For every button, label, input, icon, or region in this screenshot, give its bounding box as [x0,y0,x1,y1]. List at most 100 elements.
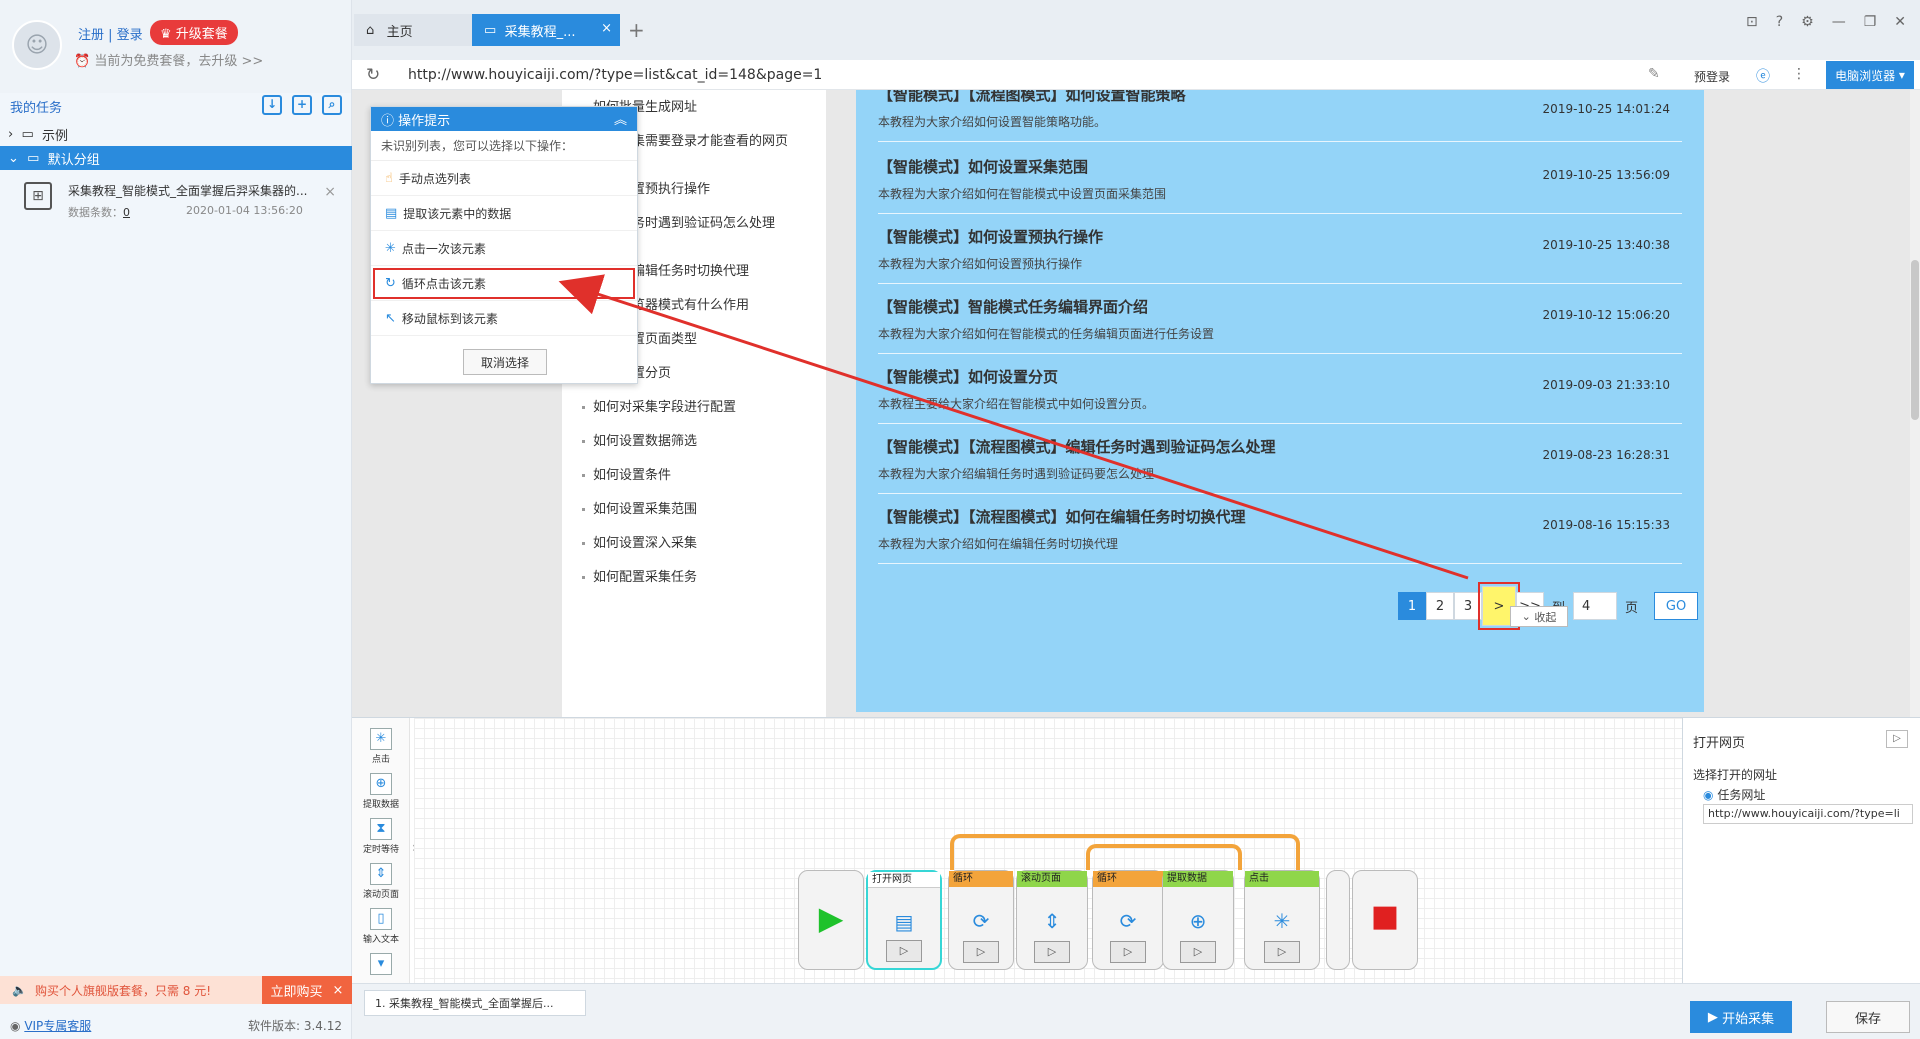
article-row[interactable]: 【智能模式】如何设置采集范围 本教程为大家介绍如何在智能模式中设置页面采集范围 … [878,156,1682,214]
tool-wait[interactable]: ⧗ 定时等待 [352,818,410,855]
document-icon: ▤ [385,205,398,221]
flow-node-scroll-page[interactable]: 滚动页面 ⇕ ▷ [1016,870,1088,970]
group-example[interactable]: › ▭ 示例 [0,122,352,146]
flow-node-extract[interactable]: 提取数据 ⊕ ▷ [1162,870,1234,970]
menu-item[interactable]: 如何配置采集任务 [582,568,822,588]
new-tab-icon[interactable]: + [628,18,645,42]
article-row[interactable]: 【智能模式】智能模式任务编辑界面介绍 本教程为大家介绍如何在智能模式的任务编辑页… [878,296,1682,354]
login-link[interactable]: 登录 [117,28,143,43]
article-row[interactable]: 【智能模式】如何设置分页 本教程主要给大家介绍在智能模式中如何设置分页。 201… [878,366,1682,424]
search-task-icon[interactable]: ⌕ [322,95,342,115]
group-default[interactable]: ⌄ ▭ 默认分组 [0,146,352,170]
help-icon[interactable]: ? [1776,14,1783,30]
scroll-thumb[interactable] [1911,260,1919,420]
page-3-button[interactable]: 3 [1454,592,1482,620]
import-task-icon[interactable]: ↓ [262,95,282,115]
vip-service-link[interactable]: VIP专属客服 [24,1019,91,1033]
option-label: 点击一次该元素 [401,241,486,256]
article-row[interactable]: 【智能模式】【流程图模式】如何设置智能策略 本教程为大家介绍如何设置智能策略功能… [878,90,1682,142]
user-box: ☺ 注册 | 登录 ♛ 升级套餐 ⏰ 当前为免费套餐，去升级 >> [0,0,351,93]
play-icon[interactable]: ▷ [963,941,999,963]
page-1-button[interactable]: 1 [1398,592,1426,620]
node-label: 循环 [1093,871,1163,887]
extract-data-option[interactable]: ▤ 提取该元素中的数据 [371,196,637,231]
play-icon[interactable]: ▷ [886,940,922,962]
plan-text[interactable]: ⏰ 当前为免费套餐，去升级 >> [74,50,263,69]
page-2-button[interactable]: 2 [1426,592,1454,620]
tool-scroll[interactable]: ⇕ 滚动页面 [352,863,410,900]
manual-select-list-option[interactable]: ☝ 手动点选列表 [371,161,637,196]
play-icon[interactable]: ▷ [1180,941,1216,963]
menu-item[interactable]: 如何设置采集范围 [582,500,822,520]
avatar[interactable]: ☺ [12,20,62,70]
add-task-icon[interactable]: + [292,95,312,115]
play-icon[interactable]: ▷ [1264,941,1300,963]
save-button[interactable]: 保存 [1826,1001,1910,1033]
inner-loop-bar [1086,844,1242,870]
click-once-option[interactable]: ✳ 点击一次该元素 [371,231,637,266]
tool-label: 点击 [371,755,390,765]
bottom-bar: ◉ VIP专属客服 软件版本: 3.4.12 [0,1012,352,1039]
plan-label: 当前为免费套餐，去升级 >> [94,54,264,69]
option-label: 移动鼠标到该元素 [401,311,498,326]
close-icon[interactable]: × [601,21,612,36]
article-row[interactable]: 【智能模式】【流程图模式】编辑任务时遇到验证码怎么处理 本教程为大家介绍编辑任务… [878,436,1682,494]
go-button[interactable]: GO [1654,592,1699,620]
play-icon[interactable]: ▷ [1886,730,1908,748]
menu-item[interactable]: 如何设置数据筛选 [582,432,822,452]
maximize-icon[interactable]: ❐ [1864,14,1877,30]
close-icon[interactable]: × [324,184,336,200]
play-icon[interactable]: ▷ [1110,941,1146,963]
url-field[interactable]: http://www.houyicaiji.com/?type=li [1703,804,1913,824]
tool-extract[interactable]: ⊕ 提取数据 [352,773,410,810]
close-window-icon[interactable]: ✕ [1894,14,1906,30]
loop-click-option[interactable]: ↻ 循环点击该元素 [371,266,637,301]
task-item[interactable]: ⊞ 采集教程_智能模式_全面掌握后羿采集器的... 数据条数：0 2020-01… [0,172,352,226]
flow-canvas[interactable]: ▶ 打开网页 ▤ ▷ 循环 ⟳ ▷ 滚动页面 ⇕ ▷ 循环 ⟳ ▷ 提取数据 ⊕ ▷ 点击 ✳ ▷ ■ [414,718,1682,984]
flow-node-open-page[interactable]: 打开网页 ▤ ▷ [866,870,942,970]
tab-home[interactable]: ⌂ 主页 [354,14,472,46]
browser-mode-button[interactable]: 电脑浏览器 ▾ [1826,61,1914,89]
start-node[interactable]: ▶ [798,870,864,970]
gear-icon[interactable]: ⚙ [1801,14,1814,30]
minimize-icon[interactable]: — [1832,14,1846,30]
menu-item[interactable]: 如何设置条件 [582,466,822,486]
reload-icon[interactable]: ↻ [366,65,380,85]
page-scrollbar[interactable] [1910,90,1920,717]
tool-input[interactable]: ▯ 输入文本 [352,908,410,945]
tool-click[interactable]: ✳ 点击 [352,728,410,765]
stop-node[interactable]: ■ [1352,870,1418,970]
buy-now-button[interactable]: 立即购买 × [262,976,352,1004]
more-icon[interactable]: ⋮ [1792,66,1806,82]
url-input[interactable]: http://www.houyicaiji.com/?type=list&cat… [408,67,822,83]
collapse-button[interactable]: ⌄ 收起 [1510,606,1568,627]
close-icon[interactable]: × [333,983,344,998]
article-row[interactable]: 【智能模式】【流程图模式】如何在编辑任务时切换代理 本教程为大家介绍如何在编辑任… [878,506,1682,564]
start-collect-button[interactable]: ▶ 开始采集 [1690,1001,1792,1033]
tab-tutorial[interactable]: ▭ 采集教程_... × [472,14,620,46]
cancel-select-button[interactable]: 取消选择 [463,349,547,375]
ie-icon[interactable]: ⓔ [1756,66,1770,86]
article-row[interactable]: 【智能模式】如何设置预执行操作 本教程为大家介绍如何设置预执行操作 2019-1… [878,226,1682,284]
edit-icon[interactable]: ✎ [1648,66,1660,82]
menu-item[interactable]: 如何对采集字段进行配置 [582,398,822,418]
flow-node-loop[interactable]: 循环 ⟳ ▷ [948,870,1014,970]
upgrade-button[interactable]: ♛ 升级套餐 [150,20,238,45]
prelogin-button[interactable]: 预登录 [1694,68,1730,85]
scroll-icon: ⇕ [370,863,392,885]
page-number-input[interactable]: 4 [1573,592,1618,620]
register-link[interactable]: 注册 [78,28,104,43]
chevron-up-icon[interactable]: ︽ [614,109,627,128]
task-url-radio[interactable]: ◉ 任务网址 [1703,786,1765,803]
flow-node-loop-inner[interactable]: 循环 ⟳ ▷ [1092,870,1164,970]
hover-option[interactable]: ↖ 移动鼠标到该元素 [371,301,637,336]
flow-tab[interactable]: 1. 采集教程_智能模式_全面掌握后... [364,990,586,1016]
play-icon[interactable]: ▷ [1034,941,1070,963]
upgrade-label: 升级套餐 [175,27,228,42]
tool-more[interactable]: ▾ [352,953,410,977]
page-unit-label: 页 [1625,600,1639,616]
menu-item[interactable]: 如何设置深入采集 [582,534,822,554]
gift-icon[interactable]: ⊡ [1746,14,1758,30]
flow-node-click[interactable]: 点击 ✳ ▷ [1244,870,1320,970]
task-count-value[interactable]: 0 [123,206,130,219]
